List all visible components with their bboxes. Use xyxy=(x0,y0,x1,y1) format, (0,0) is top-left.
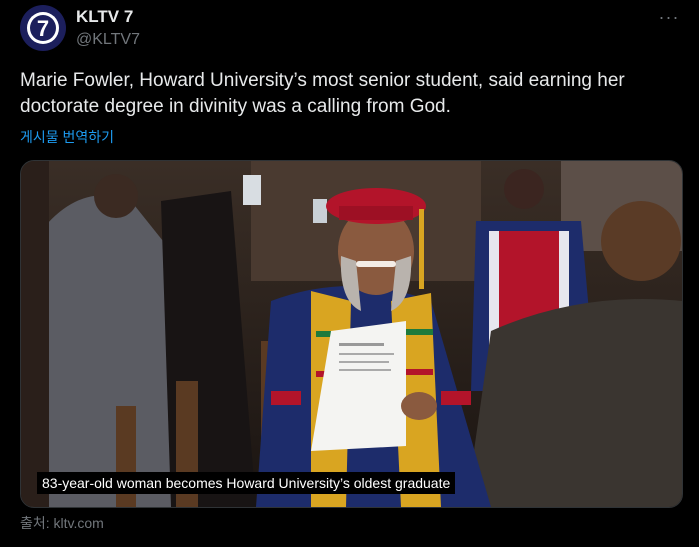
avatar[interactable]: 7 xyxy=(20,5,66,51)
tweet-card: 7 KLTV 7 @KLTV7 ··· Marie Fowler, Howard… xyxy=(0,0,699,547)
video-caption: 83-year-old woman becomes Howard Univers… xyxy=(37,472,456,494)
more-icon[interactable]: ··· xyxy=(657,7,681,27)
svg-text:7: 7 xyxy=(37,16,49,41)
translate-link[interactable]: 게시물 번역하기 xyxy=(20,127,114,147)
graduation-photo xyxy=(21,161,682,507)
kltv7-logo-icon: 7 xyxy=(21,6,65,50)
display-name[interactable]: KLTV 7 xyxy=(76,7,140,27)
account-names: KLTV 7 @KLTV7 xyxy=(76,7,140,51)
tweet-header: 7 KLTV 7 @KLTV7 ··· xyxy=(20,5,685,53)
media-image[interactable]: 83-year-old woman becomes Howard Univers… xyxy=(20,160,683,508)
source-attribution[interactable]: 출처: kltv.com xyxy=(20,513,104,533)
account-handle[interactable]: @KLTV7 xyxy=(76,29,140,51)
tweet-text-line: doctorate degree in divinity was a calli… xyxy=(20,96,451,117)
tweet-text-line: Marie Fowler, Howard University’s most s… xyxy=(20,70,625,91)
tweet-text: Marie Fowler, Howard University’s most s… xyxy=(20,68,680,120)
